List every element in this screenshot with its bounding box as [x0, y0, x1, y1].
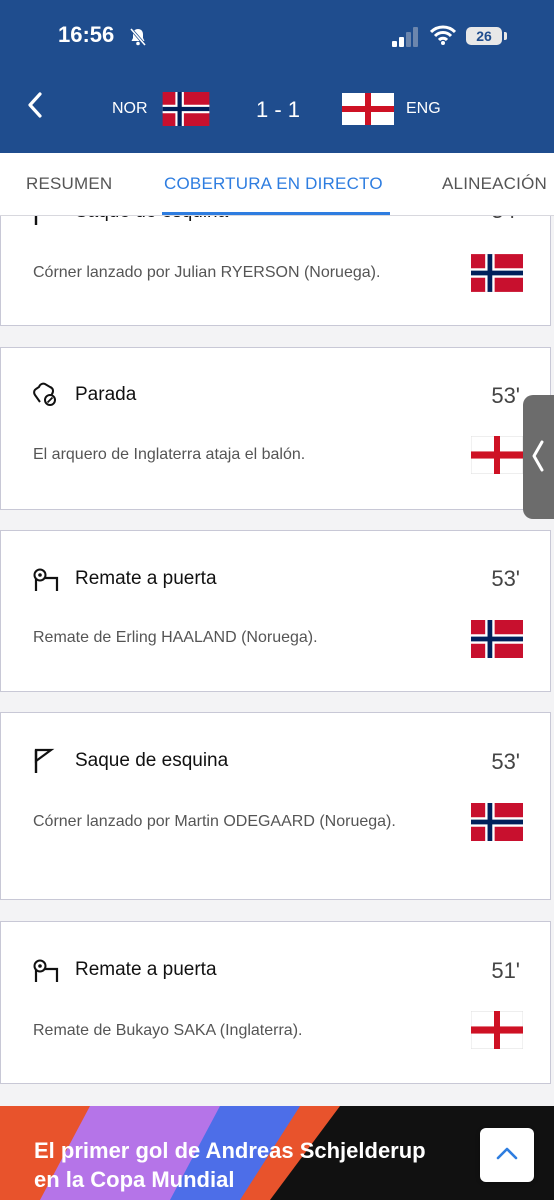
england-flag-icon	[342, 93, 394, 125]
event-description: Córner lanzado por Julian RYERSON (Norue…	[33, 264, 381, 281]
event-title: Remate a puerta	[75, 959, 217, 980]
goalkeeper-glove-icon	[33, 382, 56, 406]
match-score: 1 - 1	[255, 97, 301, 122]
tab-alineacion[interactable]: ALINEACIÓN	[442, 174, 547, 194]
event-title: Saque de esquina	[75, 215, 228, 223]
active-tab-indicator	[162, 212, 390, 215]
away-team-code: ENG	[406, 100, 441, 117]
cellular-signal-icon	[392, 27, 418, 47]
event-card[interactable]: Remate a puerta 51' Remate de Bukayo SAK…	[0, 921, 551, 1084]
event-minute: 53'	[491, 383, 520, 408]
home-team-code: NOR	[112, 100, 148, 117]
england-flag-icon	[471, 1011, 523, 1049]
event-description: Remate de Erling HAALAND (Noruega).	[33, 629, 318, 646]
corner-flag-icon	[34, 215, 38, 225]
event-minute: 53'	[491, 749, 520, 774]
promo-headline: El primer gol de Andreas Schjelderup en …	[34, 1138, 426, 1192]
england-flag-icon	[471, 436, 523, 474]
wifi-icon	[430, 25, 456, 45]
norway-flag-icon	[471, 254, 523, 292]
event-description: El arquero de Inglaterra ataja el balón.	[33, 446, 306, 463]
event-title: Remate a puerta	[75, 568, 217, 589]
status-time: 16:56	[58, 22, 115, 47]
event-title: Saque de esquina	[75, 750, 229, 771]
back-arrow-icon[interactable]	[22, 88, 52, 122]
corner-flag-icon	[34, 748, 55, 773]
tab-cobertura-en-directo[interactable]: COBERTURA EN DIRECTO	[164, 174, 383, 194]
event-description: Córner lanzado por Martin ODEGAARD (Noru…	[33, 813, 396, 830]
shot-on-target-icon	[33, 959, 59, 982]
battery-indicator: 26	[466, 27, 507, 45]
event-minute: 51'	[491, 958, 520, 983]
norway-flag-icon	[471, 620, 523, 658]
event-minute: 53'	[491, 566, 520, 591]
bell-off-icon	[129, 28, 147, 46]
event-title: Parada	[75, 384, 137, 405]
live-coverage-feed[interactable]: Saque de esquina 54' Córner lanzado por …	[0, 215, 554, 1200]
norway-flag-icon	[471, 803, 523, 841]
event-card[interactable]: Saque de esquina 53' Córner lanzado por …	[0, 712, 551, 900]
tab-resumen[interactable]: RESUMEN	[26, 174, 112, 194]
event-description: Remate de Bukayo SAKA (Inglaterra).	[33, 1022, 303, 1039]
chevron-up-icon	[496, 1147, 518, 1160]
promo-banner[interactable]: El primer gol de Andreas Schjelderup en …	[0, 1106, 554, 1200]
event-minute: 54'	[491, 215, 520, 224]
side-panel-handle[interactable]	[523, 395, 554, 519]
scroll-to-top-button[interactable]	[480, 1128, 534, 1182]
event-card[interactable]: Remate a puerta 53' Remate de Erling HAA…	[0, 530, 551, 692]
event-card[interactable]: Saque de esquina 54' Córner lanzado por …	[0, 215, 551, 326]
tab-bar: RESUMEN COBERTURA EN DIRECTO ALINEACIÓN	[0, 153, 554, 216]
shot-on-target-icon	[33, 568, 59, 591]
event-card[interactable]: Parada 53' El arquero de Inglaterra ataj…	[0, 347, 551, 510]
norway-flag-icon	[162, 92, 210, 126]
match-header: 16:56 26 NOR 1 - 1 ENG	[0, 0, 554, 153]
chevron-left-icon	[532, 440, 544, 472]
